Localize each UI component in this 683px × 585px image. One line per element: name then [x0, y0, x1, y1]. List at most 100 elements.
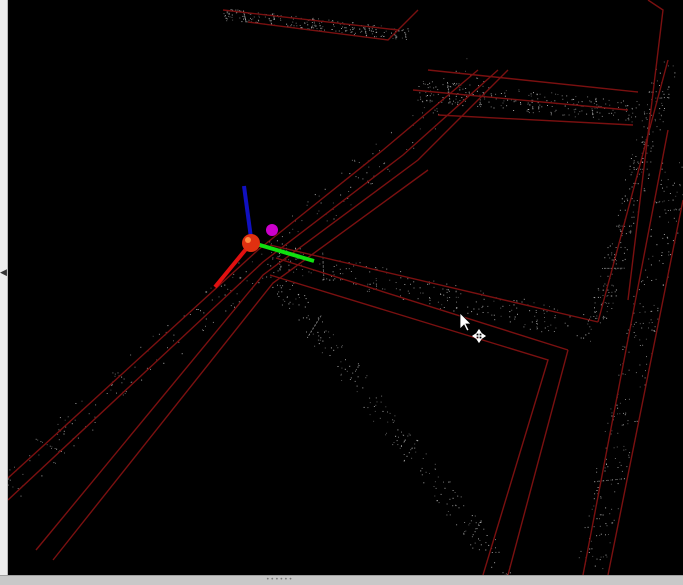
cloud-point — [531, 101, 533, 103]
cloud-point — [350, 31, 352, 33]
cloud-point — [600, 556, 602, 558]
cloud-point — [543, 310, 545, 312]
cloud-point — [480, 290, 482, 292]
cloud-point — [661, 252, 663, 254]
cloud-point — [668, 254, 670, 256]
cloud-point — [591, 508, 593, 510]
cloud-point — [557, 309, 559, 311]
cloud-point — [600, 296, 601, 298]
cloud-point — [635, 107, 637, 109]
cloud-point — [657, 307, 659, 309]
cloud-point — [341, 367, 343, 369]
cloud-point — [628, 398, 630, 400]
cloud-point — [630, 230, 632, 232]
cloud-point — [574, 111, 576, 113]
cloud-point — [536, 319, 538, 321]
cloud-point — [607, 247, 609, 249]
cloud-point — [428, 283, 430, 285]
cloud-point — [357, 363, 359, 365]
cloud-point — [599, 525, 601, 527]
cloud-point — [365, 32, 367, 34]
cloud-point — [543, 312, 545, 314]
cloud-point — [413, 287, 415, 289]
cloud-point — [435, 86, 437, 88]
3d-viewport[interactable] — [8, 0, 683, 575]
cloud-point — [251, 261, 253, 263]
cloud-point — [624, 200, 625, 202]
cloud-point — [662, 91, 664, 93]
cloud-point — [620, 242, 622, 244]
side-panel-collapsed[interactable]: ◀ — [0, 0, 8, 585]
cloud-point — [646, 119, 648, 120]
cloud-point — [674, 76, 676, 78]
cloud-point — [642, 280, 644, 282]
cloud-point — [399, 447, 401, 449]
cloud-point — [316, 322, 317, 324]
cloud-point — [42, 441, 43, 443]
cloud-point — [400, 271, 402, 273]
cloud-point — [229, 16, 231, 18]
cloud-point — [650, 147, 652, 149]
cloud-point — [632, 211, 634, 213]
cloud-point — [651, 329, 653, 331]
cloud-point — [407, 290, 409, 292]
cloud-point — [322, 262, 324, 264]
cloud-point — [589, 326, 591, 328]
cloud-point — [529, 328, 531, 330]
grip-dots-icon[interactable]: •••••• — [266, 577, 292, 583]
cloud-point — [589, 100, 591, 102]
cloud-point — [322, 269, 324, 271]
cloud-point — [618, 226, 620, 228]
cloud-point — [586, 113, 588, 115]
cloud-point — [383, 36, 385, 37]
cloud-point — [538, 111, 540, 113]
cloud-point — [355, 262, 357, 264]
cloud-point — [279, 268, 281, 270]
cloud-point — [596, 111, 598, 113]
cloud-point — [112, 372, 114, 374]
cloud-point — [448, 95, 450, 97]
cloud-point — [272, 13, 274, 15]
cloud-point — [453, 100, 454, 102]
cloud-point — [279, 255, 280, 257]
cloud-point — [624, 195, 626, 197]
cloud-point — [668, 251, 670, 253]
cloud-point — [181, 353, 183, 355]
cloud-point — [516, 307, 518, 309]
cloud-point — [480, 106, 482, 108]
cloud-point — [279, 285, 281, 287]
cloud-point — [381, 395, 383, 397]
cloud-point — [608, 99, 610, 101]
cloud-point — [436, 500, 438, 502]
cloud-point — [606, 311, 608, 313]
cloud-point — [375, 29, 377, 31]
cloud-point — [280, 266, 282, 268]
cloud-point — [611, 308, 613, 309]
cloud-point — [341, 172, 343, 174]
cloud-point — [634, 421, 636, 422]
cloud-point — [95, 404, 97, 406]
cloud-point — [322, 321, 323, 323]
cloud-point — [617, 119, 619, 121]
cloud-point — [596, 317, 598, 319]
cloud-point — [37, 439, 39, 441]
origin-highlight — [245, 237, 251, 243]
cloud-point — [392, 419, 394, 421]
cloud-point — [287, 25, 289, 27]
cloud-point — [342, 26, 343, 28]
cloud-point — [373, 406, 375, 407]
cloud-point — [314, 26, 316, 27]
cloud-point — [401, 37, 403, 39]
cloud-point — [639, 312, 641, 313]
cloud-point — [587, 323, 589, 325]
cloud-point — [379, 150, 380, 152]
cloud-point — [375, 267, 377, 269]
cloud-point — [452, 490, 454, 491]
cloud-point — [404, 439, 406, 441]
cloud-point — [373, 282, 375, 284]
cloud-point — [396, 440, 398, 442]
chevron-left-icon[interactable]: ◀ — [0, 268, 7, 278]
cloud-point — [607, 306, 609, 307]
cloud-point — [646, 152, 648, 154]
cloud-point — [605, 103, 607, 105]
